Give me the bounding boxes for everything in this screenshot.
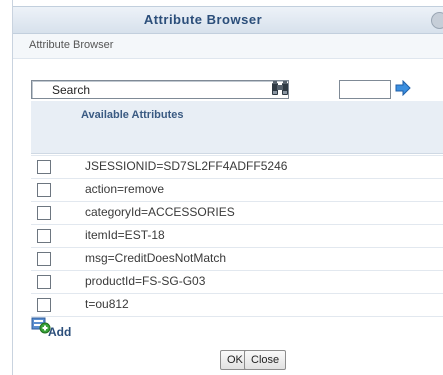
search-label: Search bbox=[52, 83, 91, 97]
table-row: msg=CreditDoesNotMatch bbox=[31, 248, 443, 271]
attribute-name: categoryId=ACCESSORIES bbox=[85, 205, 235, 219]
attribute-name: action=remove bbox=[85, 182, 165, 196]
row-checkbox[interactable] bbox=[37, 229, 51, 243]
row-checkbox[interactable] bbox=[37, 183, 51, 197]
dialog-titlebar: Attribute Browser bbox=[13, 6, 443, 34]
arrow-right-icon[interactable] bbox=[395, 80, 411, 96]
column-header-available-attributes: Available Attributes bbox=[81, 109, 184, 121]
row-checkbox[interactable] bbox=[37, 206, 51, 220]
dialog-subtitle: Attribute Browser bbox=[29, 39, 114, 51]
table-header: Available Attributes bbox=[31, 101, 443, 154]
table-row: t=ou812 bbox=[31, 294, 443, 317]
attribute-name: t=ou812 bbox=[85, 297, 129, 311]
subtitle-bar: Attribute Browser bbox=[13, 34, 443, 59]
attribute-name: JSESSIONID=SD7SL2FF4ADFF5246 bbox=[85, 159, 288, 173]
search-input[interactable]: Search bbox=[31, 80, 289, 99]
table-row: categoryId=ACCESSORIES bbox=[31, 202, 443, 225]
attribute-name: msg=CreditDoesNotMatch bbox=[85, 251, 227, 265]
attribute-name: itemId=EST-18 bbox=[85, 228, 165, 242]
help-icon[interactable] bbox=[431, 12, 443, 29]
background-panel bbox=[0, 0, 12, 375]
table-row: productId=FS-SG-G03 bbox=[31, 271, 443, 294]
table-row: itemId=EST-18 bbox=[31, 225, 443, 248]
row-checkbox[interactable] bbox=[37, 298, 51, 312]
row-checkbox[interactable] bbox=[37, 275, 51, 289]
table-row: JSESSIONID=SD7SL2FF4ADFF5246 bbox=[31, 155, 443, 179]
dialog-title: Attribute Browser bbox=[143, 12, 263, 27]
attribute-browser-dialog: Attribute Browser Attribute Browser Sear… bbox=[12, 0, 443, 375]
page-number-input[interactable] bbox=[339, 80, 391, 99]
binoculars-icon[interactable] bbox=[271, 80, 289, 97]
row-checkbox[interactable] bbox=[37, 252, 51, 266]
add-button[interactable]: Add bbox=[48, 325, 71, 339]
row-checkbox[interactable] bbox=[37, 160, 51, 174]
attribute-list: JSESSIONID=SD7SL2FF4ADFF5246 action=remo… bbox=[31, 155, 443, 317]
table-row: action=remove bbox=[31, 179, 443, 202]
close-button[interactable]: Close bbox=[244, 350, 287, 370]
attribute-name: productId=FS-SG-G03 bbox=[85, 274, 206, 288]
